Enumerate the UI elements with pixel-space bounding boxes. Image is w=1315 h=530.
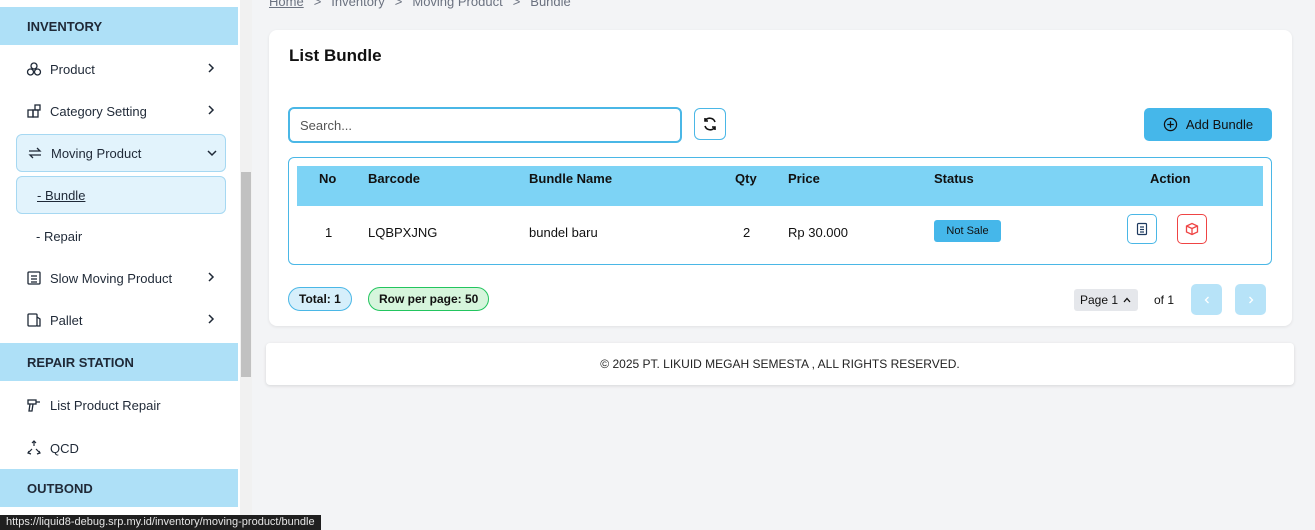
chevron-down-icon <box>207 150 217 157</box>
section-inventory: INVENTORY <box>0 7 238 45</box>
cell-bundle-name: bundel baru <box>529 225 598 240</box>
sidebar-subitem-label: - Bundle <box>37 187 86 203</box>
sidebar-item-label: QCD <box>50 440 79 456</box>
breadcrumb-moving-product[interactable]: Moving Product <box>412 0 502 10</box>
sidebar-subitem-repair[interactable]: - Repair <box>16 217 226 255</box>
sidebar-subitem-bundle[interactable]: - Bundle <box>16 176 226 214</box>
cell-no: 1 <box>325 225 333 240</box>
chevron-left-icon <box>1204 296 1209 303</box>
add-bundle-label: Add Bundle <box>1185 117 1254 132</box>
sidebar-item-category-setting[interactable]: Category Setting <box>16 92 226 130</box>
section-outbond: OUTBOND <box>0 469 238 507</box>
sidebar-item-product[interactable]: Product <box>16 50 226 88</box>
sidebar-subitem-label: - Repair <box>36 228 83 244</box>
document-icon <box>1136 222 1148 236</box>
delete-button[interactable] <box>1177 214 1207 244</box>
page-count: of 1 <box>1154 293 1175 307</box>
table-header <box>297 166 1263 206</box>
cell-qty: 2 <box>743 225 751 240</box>
breadcrumb-home[interactable]: Home <box>269 0 304 10</box>
sidebar-item-slow-moving-product[interactable]: Slow Moving Product <box>16 259 226 297</box>
chevron-right-icon <box>208 314 215 324</box>
cell-price: Rp 30.000 <box>788 225 848 240</box>
category-icon <box>26 103 42 119</box>
add-bundle-button[interactable]: Add Bundle <box>1144 108 1272 141</box>
status-badge: Not Sale <box>934 220 1001 242</box>
breadcrumb-inventory[interactable]: Inventory <box>331 0 384 10</box>
column-header-action: Action <box>1150 171 1191 186</box>
sidebar-item-pallet[interactable]: Pallet <box>16 301 226 339</box>
sidebar-item-label: Pallet <box>50 312 83 328</box>
box-icon <box>1185 222 1199 236</box>
prev-page-button[interactable] <box>1191 284 1222 315</box>
page-select-value: Page 1 <box>1080 293 1119 307</box>
breadcrumb-separator: > <box>394 0 403 9</box>
link-status-bar: https://liquid8-debug.srp.my.id/inventor… <box>0 515 321 530</box>
rows-per-page-badge[interactable]: Row per page: 50 <box>368 287 490 311</box>
sidebar-item-list-product-repair[interactable]: List Product Repair <box>16 386 226 424</box>
chevron-right-icon <box>1248 296 1253 303</box>
column-header-bundle-name: Bundle Name <box>529 171 613 186</box>
list-bundle-card: List Bundle Add Bundle No Barcode Bundle… <box>269 30 1292 326</box>
next-page-button[interactable] <box>1235 284 1266 315</box>
sidebar-item-label: List Product Repair <box>50 397 161 413</box>
sidebar-item-moving-product[interactable]: Moving Product <box>16 134 226 172</box>
sidebar-scrollbar-thumb[interactable] <box>241 172 251 377</box>
chevron-right-icon <box>208 63 215 73</box>
drill-icon <box>26 397 42 413</box>
chevron-right-icon <box>208 272 215 282</box>
refresh-button[interactable] <box>694 108 726 140</box>
chevron-up-icon <box>1123 297 1131 303</box>
cubes-icon <box>26 61 42 77</box>
sidebar-item-label: Moving Product <box>51 145 142 161</box>
sidebar-item-label: Category Setting <box>50 103 147 119</box>
breadcrumb-separator: > <box>313 0 322 9</box>
page-title: List Bundle <box>289 46 382 65</box>
column-header-barcode: Barcode <box>368 171 421 186</box>
breadcrumb-separator: > <box>512 0 521 9</box>
column-header-qty: Qty <box>735 171 757 186</box>
building-icon <box>26 270 42 286</box>
chevron-right-icon <box>208 105 215 115</box>
sidebar-item-qcd[interactable]: QCD <box>16 429 226 467</box>
cell-barcode: LQBPXJNG <box>368 225 438 240</box>
column-header-price: Price <box>788 171 820 186</box>
column-header-status: Status <box>934 171 974 186</box>
detail-button[interactable] <box>1127 214 1157 244</box>
total-badge: Total: 1 <box>288 287 352 311</box>
sidebar-item-label: Slow Moving Product <box>50 270 173 286</box>
plus-circle-icon <box>1163 117 1178 132</box>
breadcrumb-bundle: Bundle <box>530 0 571 9</box>
sidebar-item-label: Product <box>50 61 95 77</box>
refresh-icon <box>704 117 716 131</box>
recycle-icon <box>26 440 42 456</box>
section-repair-station: REPAIR STATION <box>0 343 238 381</box>
breadcrumb: Home > Inventory > Moving Product > Bund… <box>269 0 571 10</box>
sidebar: INVENTORY Product Category Setting Movin… <box>0 0 240 530</box>
column-header-no: No <box>319 171 337 186</box>
bundle-table: No Barcode Bundle Name Qty Price Status … <box>288 157 1272 265</box>
footer: © 2025 PT. LIKUID MEGAH SEMESTA , ALL RI… <box>266 343 1294 385</box>
search-input[interactable] <box>288 107 682 143</box>
arrows-exchange-icon <box>27 145 43 161</box>
page-select[interactable]: Page 1 <box>1074 289 1139 311</box>
pallet-icon <box>26 312 42 328</box>
